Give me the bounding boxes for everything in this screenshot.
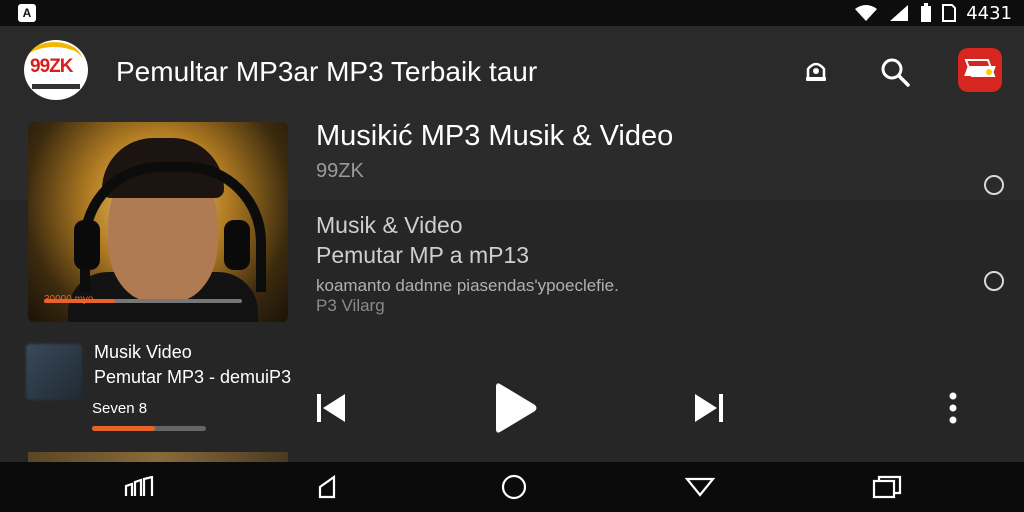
mini-title: Musik Video	[94, 342, 192, 362]
logo-text: 99ZK	[30, 56, 73, 77]
recent-apps-icon	[124, 476, 154, 496]
mini-time: Seven 8	[92, 400, 148, 417]
more-button[interactable]	[940, 390, 966, 426]
recent-apps-button[interactable]	[122, 470, 156, 504]
track-title: Musikić MP3 Musik & Video	[316, 120, 674, 152]
battery-icon	[921, 3, 932, 22]
radio-option-2[interactable]	[984, 271, 1004, 291]
app-avatar-icon[interactable]	[958, 48, 1002, 92]
info-line-2: Pemutar MP a mP13	[316, 242, 530, 268]
page-title: Pemultar MP3ar MP3 Terbaik taur	[116, 56, 538, 87]
info-line-4: P3 Vilarg	[316, 296, 385, 315]
app-logo[interactable]: 99ZK	[24, 40, 88, 100]
track-artist: 99ZK	[316, 160, 364, 182]
next-item-thumbnail[interactable]	[28, 452, 288, 462]
notification-icon: A	[18, 4, 36, 22]
mini-progress-fill	[92, 426, 155, 431]
search-icon	[881, 58, 910, 87]
radio-option-1[interactable]	[984, 175, 1004, 195]
down-button[interactable]	[683, 470, 717, 504]
previous-icon	[317, 394, 345, 422]
account-icon	[806, 62, 826, 81]
overview-button[interactable]	[870, 470, 904, 504]
status-bar: A 4431	[0, 0, 1024, 26]
app-bar: 99ZK Pemultar MP3ar MP3 Terbaik taur	[0, 26, 1024, 118]
previous-button[interactable]	[312, 388, 350, 428]
album-progress-label: 30000 myo	[44, 294, 94, 305]
next-button[interactable]	[690, 388, 728, 428]
search-button[interactable]	[877, 54, 913, 90]
account-button[interactable]	[798, 54, 834, 90]
home-icon	[501, 474, 527, 500]
play-button[interactable]	[490, 378, 542, 438]
home-button[interactable]	[497, 470, 531, 504]
next-icon	[695, 394, 723, 422]
wifi-icon	[855, 5, 878, 21]
overview-icon	[872, 475, 902, 499]
signal-icon	[890, 5, 909, 21]
down-icon	[685, 477, 715, 497]
status-time: 4431	[966, 2, 1012, 24]
more-icon	[949, 392, 957, 424]
back-button[interactable]	[310, 470, 344, 504]
mini-thumbnail[interactable]	[26, 344, 82, 400]
sim-icon	[942, 4, 957, 22]
play-icon	[496, 383, 537, 433]
info-line-1: Musik & Video	[316, 212, 463, 238]
album-art[interactable]	[28, 122, 288, 322]
mini-subtitle: Pemutar MP3 - demuiP3	[94, 367, 292, 387]
back-icon	[318, 474, 336, 499]
status-icons: 4431	[854, 0, 1012, 26]
info-line-3: koamanto dadnne piasendas'ypoeclefie.	[316, 276, 619, 295]
